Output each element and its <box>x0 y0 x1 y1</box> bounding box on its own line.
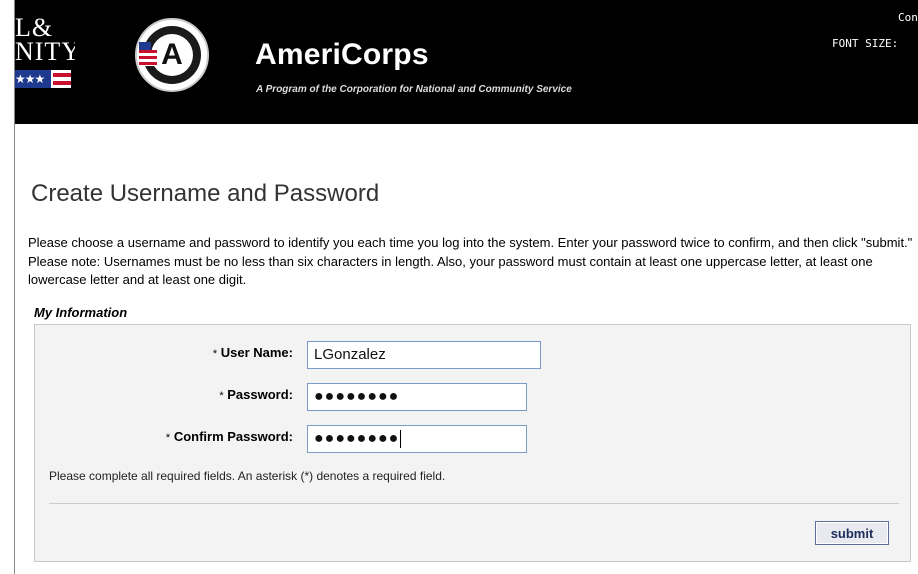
flag-stripe-icon: ★★★ <box>15 70 71 88</box>
site-header: L& NITY ★★★ A AmeriCorps A Program of th… <box>15 0 918 124</box>
confirm-password-input[interactable]: ●●●●●●●● <box>307 425 527 453</box>
required-asterisk: * <box>165 432 171 444</box>
page-title: Create Username and Password <box>31 180 380 207</box>
confirm-password-value: ●●●●●●●● <box>314 430 400 447</box>
password-label-text: Password: <box>227 387 293 402</box>
username-label-text: User Name: <box>220 345 293 360</box>
brand-title: AmeriCorps <box>255 38 429 71</box>
section-label: My Information <box>34 305 128 320</box>
username-input[interactable]: LGonzalez <box>307 341 541 369</box>
password-value: ●●●●●●●● <box>314 388 400 405</box>
required-fields-note: Please complete all required fields. An … <box>49 469 446 483</box>
username-label: * User Name: <box>179 345 293 360</box>
partner-logo-text: L& NITY <box>15 16 75 66</box>
required-asterisk: * <box>212 348 218 360</box>
submit-button[interactable]: submit <box>815 521 889 545</box>
password-input[interactable]: ●●●●●●●● <box>307 383 527 411</box>
panel-divider <box>49 503 899 504</box>
required-asterisk: * <box>219 390 224 402</box>
password-label: * Password: <box>179 387 293 402</box>
my-information-panel: * User Name: LGonzalez * Password: ●●●●●… <box>34 324 911 562</box>
confirm-password-label-text: Confirm Password: <box>173 429 293 444</box>
seal-letter: A <box>161 38 183 71</box>
partner-logo: L& NITY ★★★ <box>15 16 75 96</box>
brand-subtitle: A Program of the Corporation for Nationa… <box>256 84 572 95</box>
confirm-password-label: * Confirm Password: <box>99 429 293 444</box>
font-size-label: FONT SIZE: <box>832 37 899 50</box>
americorps-seal-logo: A <box>135 18 209 92</box>
text-cursor <box>400 430 402 449</box>
contact-link[interactable]: Con <box>898 11 918 24</box>
intro-text: Please choose a username and password to… <box>28 235 913 287</box>
